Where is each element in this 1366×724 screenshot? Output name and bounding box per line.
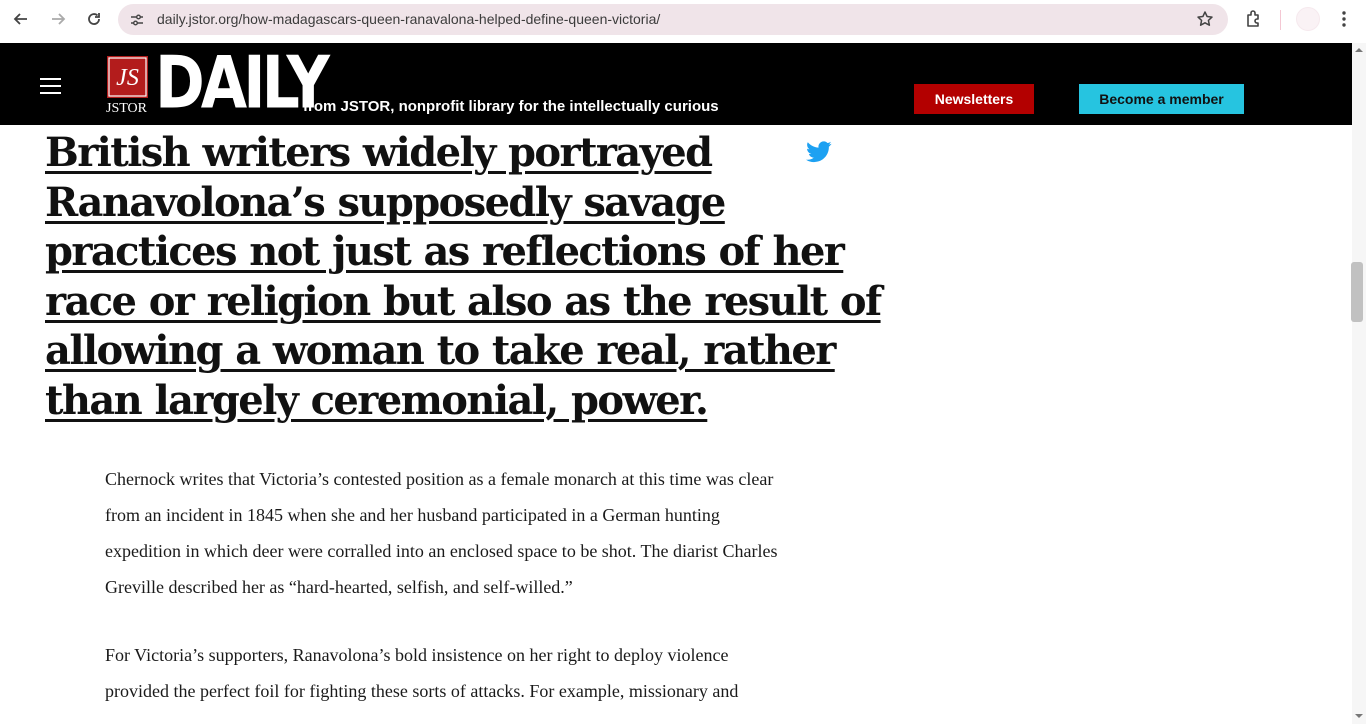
url-text[interactable]: daily.jstor.org/how-madagascars-queen-ra… [157, 11, 660, 27]
reload-icon[interactable] [81, 8, 107, 30]
site-settings-icon[interactable] [128, 11, 146, 29]
logo-daily-text[interactable]: DAILY [155, 45, 330, 122]
back-icon[interactable] [8, 8, 34, 30]
paragraph-line: provided the perfect foil for fighting t… [105, 681, 739, 701]
article-paragraph: Chernock writes that Victoria’s conteste… [105, 461, 845, 605]
svg-text:JS: JS [116, 65, 139, 91]
scrollbar-thumb[interactable] [1351, 262, 1363, 322]
forward-icon[interactable] [45, 8, 71, 30]
pull-quote-line[interactable]: practices not just as reflections of her [45, 227, 845, 277]
scrollbar-track[interactable] [1352, 43, 1366, 724]
become-member-button[interactable]: Become a member [1079, 84, 1244, 114]
browser-toolbar: daily.jstor.org/how-madagascars-queen-ra… [0, 0, 1366, 43]
pull-quote-link[interactable]: British writers widely portrayed Ranavol… [45, 128, 882, 426]
bookmark-star-icon[interactable] [1196, 10, 1214, 28]
site-header: JS JSTOR DAILY from JSTOR, nonprofit lib… [0, 43, 1352, 125]
paragraph-line: from an incident in 1845 when she and he… [105, 505, 720, 525]
profile-avatar[interactable] [1296, 7, 1320, 31]
paragraph-line: For Victoria’s supporters, Ranavolona’s … [105, 645, 729, 665]
pull-quote-line[interactable]: race or religion but also as the result … [45, 277, 882, 327]
newsletters-button[interactable]: Newsletters [914, 84, 1034, 114]
site-tagline: from JSTOR, nonprofit library for the in… [303, 98, 719, 115]
address-bar[interactable]: daily.jstor.org/how-madagascars-queen-ra… [118, 4, 1228, 35]
paragraph-line: expedition in which deer were corralled … [105, 541, 778, 561]
scroll-down-arrow-icon[interactable] [1354, 712, 1364, 720]
article-paragraph: For Victoria’s supporters, Ranavolona’s … [105, 637, 845, 709]
pull-quote-line[interactable]: Ranavolona’s supposedly savage [45, 178, 785, 228]
paragraph-line: Greville described her as “hard-hearted,… [105, 577, 573, 597]
hamburger-menu-icon[interactable] [40, 78, 61, 94]
scroll-up-arrow-icon[interactable] [1354, 46, 1364, 54]
pull-quote-line[interactable]: allowing a woman to take real, rather [45, 326, 836, 376]
toolbar-divider [1280, 10, 1281, 30]
twitter-icon[interactable] [806, 141, 832, 163]
menu-kebab-icon[interactable] [1336, 9, 1352, 29]
paragraph-line: Chernock writes that Victoria’s conteste… [105, 469, 774, 489]
extensions-icon[interactable] [1244, 9, 1264, 29]
pull-quote-line[interactable]: British writers widely portrayed [45, 128, 785, 178]
logo-jstor-text[interactable]: JSTOR [106, 101, 147, 117]
pull-quote-line[interactable]: than largely ceremonial, power. [45, 376, 785, 426]
jstor-logo-icon[interactable]: JS [107, 56, 148, 98]
